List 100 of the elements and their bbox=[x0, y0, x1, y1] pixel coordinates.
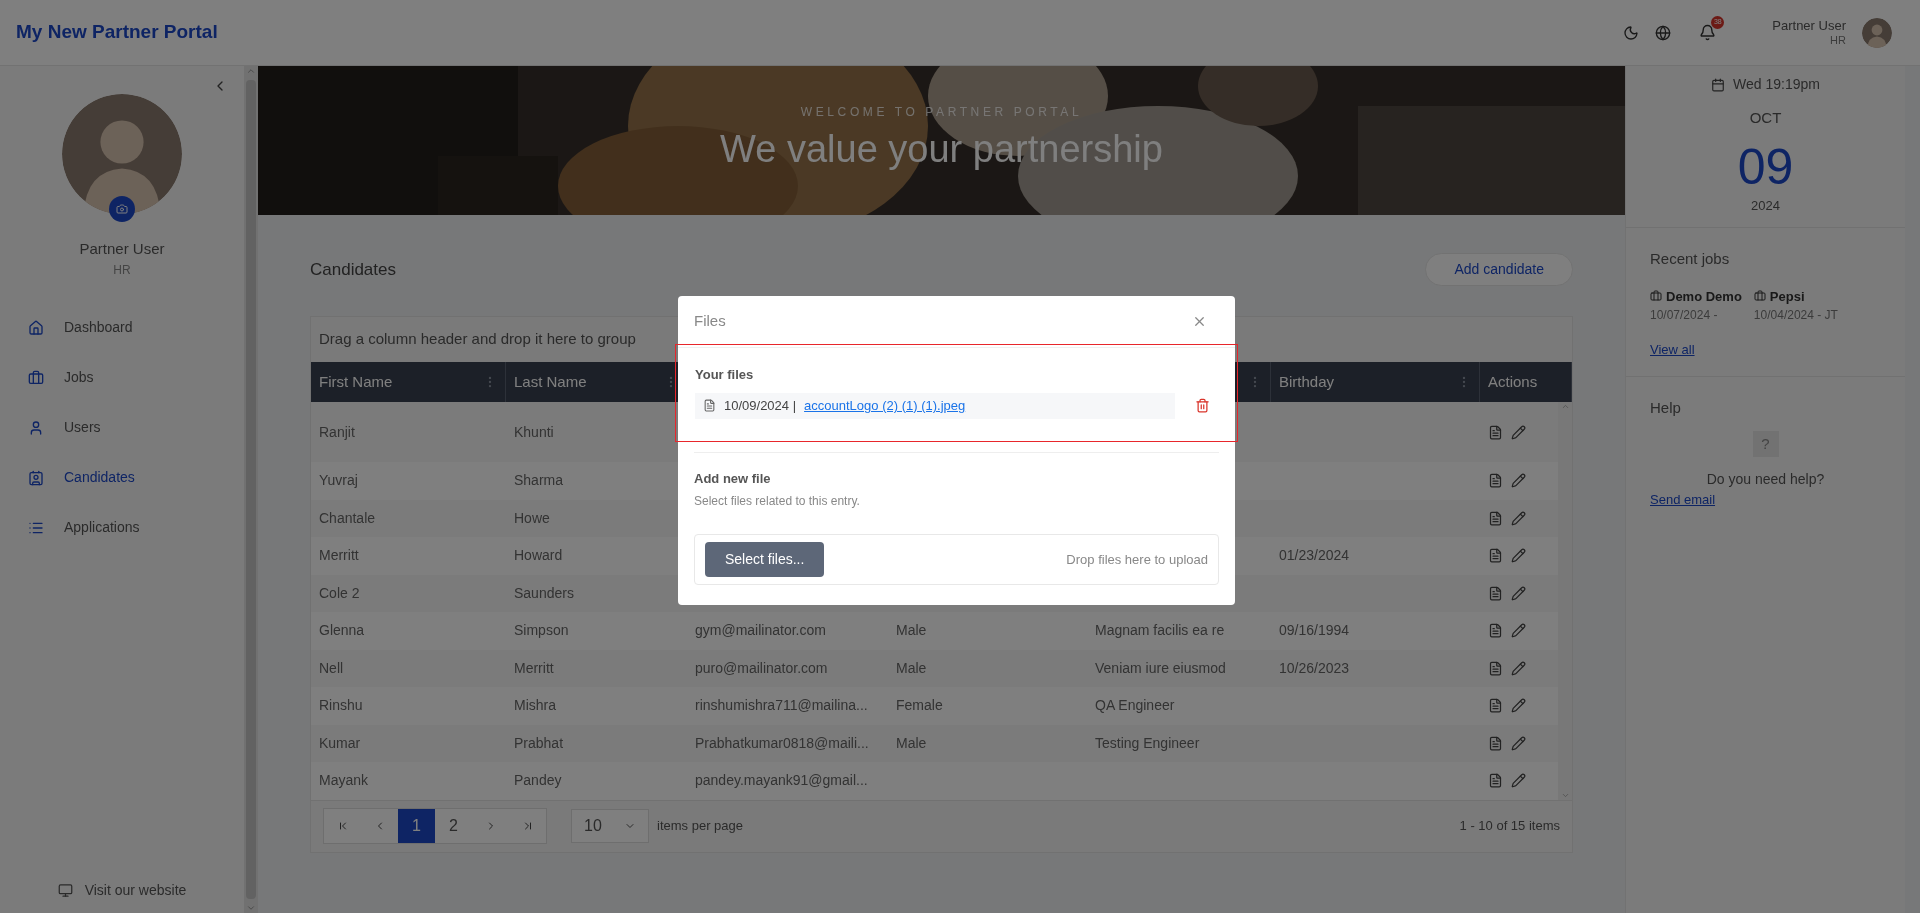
contact-card-icon bbox=[28, 469, 44, 486]
file-date: 10/09/2024 | bbox=[724, 396, 797, 415]
table-cell-text: Female bbox=[896, 696, 943, 716]
portal-title[interactable]: My New Partner Portal bbox=[16, 18, 218, 47]
table-cell-text: Saunders bbox=[514, 583, 574, 603]
table-cell-text: Chantale bbox=[319, 508, 376, 528]
file-icon[interactable] bbox=[1488, 424, 1503, 440]
table-cell-text: Howe bbox=[514, 508, 550, 528]
page-button[interactable]: 2 bbox=[435, 809, 472, 843]
edit-icon[interactable] bbox=[1511, 773, 1526, 789]
file-icon[interactable] bbox=[1488, 548, 1503, 564]
page-button[interactable]: 1 bbox=[398, 809, 435, 843]
table-cell-text: 01/23/2024 bbox=[1279, 546, 1350, 566]
table-cell-text: Veniam iure eiusmod bbox=[1095, 658, 1226, 678]
table-cell-text: Sharma bbox=[514, 471, 564, 491]
file-icon[interactable] bbox=[1488, 773, 1503, 789]
edit-icon[interactable] bbox=[1511, 698, 1526, 714]
edit-icon[interactable] bbox=[1511, 735, 1526, 751]
delete-icon[interactable] bbox=[1195, 398, 1210, 413]
edit-icon[interactable] bbox=[1511, 424, 1526, 440]
help-mark: ? bbox=[1752, 431, 1779, 457]
send-email-link[interactable]: Send email bbox=[1650, 490, 1881, 510]
table-cell-text: Testing Engineer bbox=[1095, 733, 1200, 753]
monitor-icon bbox=[57, 883, 73, 898]
pager-summary: 1 - 10 of 15 items bbox=[1459, 817, 1560, 836]
table-cell-text: Glenna bbox=[319, 621, 365, 641]
table-cell-text: Nell bbox=[319, 658, 344, 678]
table-cell-text: Male bbox=[896, 658, 927, 678]
table-cell-text: Merritt bbox=[319, 546, 359, 566]
dialog-title: Files bbox=[694, 311, 726, 332]
table-cell-text: Cole 2 bbox=[319, 583, 360, 603]
edit-icon[interactable] bbox=[1511, 548, 1526, 564]
nav-item[interactable]: Candidates bbox=[0, 452, 244, 503]
day-number: 09 bbox=[1737, 141, 1794, 192]
table-cell-text: Prabhatkumar0818@maili... bbox=[695, 733, 869, 753]
globe-icon[interactable] bbox=[1655, 24, 1672, 41]
help-text: Do you need help? bbox=[1706, 470, 1825, 489]
view-all-link[interactable]: View all bbox=[1650, 340, 1881, 360]
table-cell-text: Rinshu bbox=[319, 696, 363, 716]
current-time: Wed 19:19pm bbox=[1733, 75, 1820, 94]
job-name[interactable]: Pepsi bbox=[1769, 286, 1805, 306]
table-cell-text: gym@mailinator.com bbox=[695, 621, 826, 641]
edit-icon[interactable] bbox=[1511, 473, 1526, 489]
section-title: Add new file bbox=[694, 469, 772, 488]
file-link[interactable]: accountLogo (2) (1) (1).jpeg bbox=[804, 395, 966, 416]
job-detail: 10/04/2024 - JT bbox=[1753, 307, 1838, 324]
table-cell-text: Magnam facilis ea re bbox=[1095, 621, 1225, 641]
website-link[interactable]: Visit our website bbox=[0, 880, 244, 901]
table-cell-text: Yuvraj bbox=[319, 471, 358, 491]
month: OCT bbox=[1749, 108, 1782, 128]
edit-icon[interactable] bbox=[1511, 660, 1526, 676]
close-icon[interactable] bbox=[1192, 314, 1207, 329]
file-icon[interactable] bbox=[1488, 735, 1503, 751]
page-size-select[interactable]: 10 bbox=[571, 809, 649, 843]
page-size-label: items per page bbox=[657, 817, 743, 836]
select-files-button[interactable]: Select files... bbox=[705, 542, 825, 577]
table-cell-text: Simpson bbox=[514, 621, 569, 641]
file-icon[interactable] bbox=[1488, 698, 1503, 714]
banner-headline: We value your partnership bbox=[720, 127, 1163, 172]
profile-name: Partner User bbox=[79, 239, 165, 259]
job-detail: 10/07/2024 - bbox=[1650, 307, 1719, 324]
dark-mode-icon[interactable] bbox=[1623, 24, 1640, 41]
add-candidate-button[interactable]: Add candidate bbox=[1425, 253, 1573, 286]
edit-icon[interactable] bbox=[1511, 623, 1526, 639]
nav-item[interactable]: Users bbox=[0, 402, 244, 453]
recent-jobs-title: Recent jobs bbox=[1650, 249, 1731, 269]
notification-icon[interactable] bbox=[1699, 24, 1717, 41]
drop-zone[interactable]: Select files... Drop files here to upload bbox=[694, 534, 1219, 585]
table-cell-text: puro@mailinator.com bbox=[695, 658, 828, 678]
job-name[interactable]: Demo Demo bbox=[1666, 286, 1742, 306]
table-cell-text: 10/26/2023 bbox=[1279, 658, 1350, 678]
table-cell-text: Prabhat bbox=[514, 733, 564, 753]
file-icon[interactable] bbox=[1488, 585, 1503, 601]
user-icon bbox=[28, 419, 44, 436]
table-cell-text: pandey.mayank91@gmail... bbox=[695, 771, 868, 791]
group-hint: Drag a column header and drop it here to group bbox=[319, 329, 636, 350]
nav-item[interactable]: Applications bbox=[0, 502, 244, 553]
table-cell-text: Male bbox=[896, 621, 927, 641]
nav-item[interactable]: Dashboard bbox=[0, 302, 244, 353]
file-icon bbox=[703, 399, 716, 412]
table-cell-text: Khunti bbox=[514, 422, 554, 442]
drop-hint: Drop files here to upload bbox=[1066, 550, 1208, 569]
user-name: Partner User bbox=[1772, 17, 1846, 34]
table-cell-text: Merritt bbox=[514, 658, 554, 678]
home-icon bbox=[28, 319, 44, 336]
file-icon[interactable] bbox=[1488, 623, 1503, 639]
file-icon[interactable] bbox=[1488, 473, 1503, 489]
table-cell-text: Male bbox=[896, 733, 927, 753]
camera-button[interactable] bbox=[109, 196, 135, 222]
table-cell-text: 09/16/1994 bbox=[1279, 621, 1350, 641]
file-icon[interactable] bbox=[1488, 660, 1503, 676]
table-cell-text: Howard bbox=[514, 546, 563, 566]
table-cell-text: Ranjit bbox=[319, 422, 355, 442]
year: 2024 bbox=[1751, 196, 1780, 215]
edit-icon[interactable] bbox=[1511, 510, 1526, 526]
briefcase-icon bbox=[28, 369, 44, 386]
nav-item[interactable]: Jobs bbox=[0, 352, 244, 403]
edit-icon[interactable] bbox=[1511, 585, 1526, 601]
file-icon[interactable] bbox=[1488, 510, 1503, 526]
table-cell-text: Kumar bbox=[319, 733, 361, 753]
